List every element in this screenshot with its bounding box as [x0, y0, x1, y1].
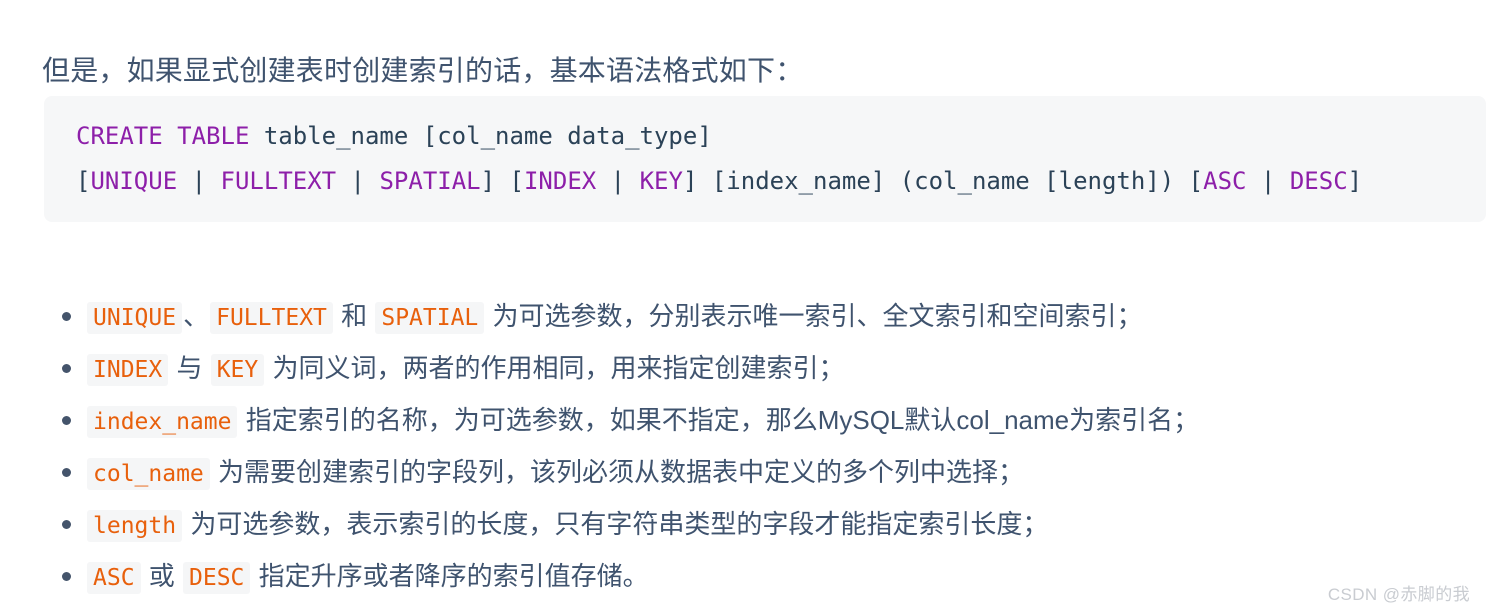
code-keyword: CREATE TABLE [76, 122, 250, 150]
list-item-text: INDEX 与 KEY 为同义词，两者的作用相同，用来指定创建索引； [86, 342, 1472, 396]
code-plain: | [1246, 167, 1290, 195]
inline-text: 为需要创建索引的字段列，该列必须从数据表中定义的多个列中选择； [210, 457, 1025, 487]
bullet-dot-icon [52, 446, 86, 498]
inline-text: 、 [183, 301, 210, 331]
code-plain: ] [index_name] (col_name [length]) [ [682, 167, 1204, 195]
bullet-dot-icon [52, 290, 86, 342]
code-plain: [ [76, 167, 91, 195]
inline-code: INDEX [87, 354, 169, 386]
inline-code: FULLTEXT [210, 302, 333, 334]
intro-paragraph: 但是，如果显式创建表时创建索引的话，基本语法格式如下： [42, 55, 804, 86]
code-plain: table_name [col_name data_type] [249, 122, 712, 150]
inline-text: 与 [169, 353, 210, 383]
code-keyword: FULLTEXT [220, 167, 337, 195]
list-item: ASC 或 DESC 指定升序或者降序的索引值存储。 [52, 550, 1472, 602]
code-plain: ] [1347, 167, 1363, 195]
code-block-content: CREATE TABLE table_name [col_name data_t… [76, 114, 1486, 204]
bullet-dot-icon [52, 342, 86, 394]
bullet-dot-icon [52, 550, 86, 602]
list-item: UNIQUE、 FULLTEXT 和 SPATIAL 为可选参数，分别表示唯一索引… [52, 290, 1472, 342]
inline-text: 指定索引的名称，为可选参数，如果不指定，那么MySQL默认col_name为索引… [238, 405, 1200, 435]
list-item-text: ASC 或 DESC 指定升序或者降序的索引值存储。 [86, 550, 1472, 604]
list-item: col_name 为需要创建索引的字段列，该列必须从数据表中定义的多个列中选择； [52, 446, 1472, 498]
inline-code: SPATIAL [375, 302, 485, 334]
inline-code: ASC [87, 562, 141, 594]
inline-code: col_name [87, 458, 210, 490]
inline-text: 和 [333, 301, 375, 331]
list-item-text: length 为可选参数，表示索引的长度，只有字符串类型的字段才能指定索引长度； [86, 498, 1472, 552]
code-plain: | [336, 167, 380, 195]
code-plain: | [177, 167, 221, 195]
list-item: INDEX 与 KEY 为同义词，两者的作用相同，用来指定创建索引； [52, 342, 1472, 394]
csdn-watermark: CSDN @赤脚的我 [1327, 585, 1470, 604]
code-plain: | [596, 167, 640, 195]
list-item-text: index_name 指定索引的名称，为可选参数，如果不指定，那么MySQL默认… [86, 394, 1472, 448]
bullet-dot-icon [52, 394, 86, 446]
code-keyword: SPATIAL [379, 167, 481, 195]
list-item-text: col_name 为需要创建索引的字段列，该列必须从数据表中定义的多个列中选择； [86, 446, 1472, 500]
bullet-dot-icon [52, 498, 86, 550]
list-item-text: UNIQUE、 FULLTEXT 和 SPATIAL 为可选参数，分别表示唯一索引… [86, 290, 1472, 344]
inline-text: 为可选参数，分别表示唯一索引、全文索引和空间索引； [485, 301, 1143, 331]
code-keyword: INDEX [523, 167, 597, 195]
code-keyword: ASC [1203, 167, 1247, 195]
inline-code: UNIQUE [87, 302, 183, 334]
code-keyword: DESC [1289, 167, 1348, 195]
inline-code: length [87, 510, 183, 542]
inline-code: DESC [183, 562, 251, 594]
code-plain: ] [ [480, 167, 524, 195]
code-keyword: UNIQUE [90, 167, 178, 195]
list-item: length 为可选参数，表示索引的长度，只有字符串类型的字段才能指定索引长度； [52, 498, 1472, 550]
inline-text: 指定升序或者降序的索引值存储。 [251, 561, 649, 591]
inline-code: KEY [210, 354, 265, 386]
code-block: CREATE TABLE table_name [col_name data_t… [44, 96, 1486, 222]
list-item: index_name 指定索引的名称，为可选参数，如果不指定，那么MySQL默认… [52, 394, 1472, 446]
code-keyword: KEY [639, 167, 683, 195]
inline-code: index_name [87, 406, 238, 438]
code-line: CREATE TABLE table_name [col_name data_t… [76, 114, 1486, 159]
inline-text: 为同义词，两者的作用相同，用来指定创建索引； [265, 353, 845, 383]
code-line: [UNIQUE | FULLTEXT | SPATIAL] [INDEX | K… [76, 159, 1486, 204]
inline-text: 为可选参数，表示索引的长度，只有字符串类型的字段才能指定索引长度； [183, 509, 1049, 539]
parameter-description-list: UNIQUE、 FULLTEXT 和 SPATIAL 为可选参数，分别表示唯一索引… [52, 290, 1472, 602]
article-page: 但是，如果显式创建表时创建索引的话，基本语法格式如下： CREATE TABLE… [0, 0, 1486, 615]
inline-text: 或 [141, 561, 182, 591]
